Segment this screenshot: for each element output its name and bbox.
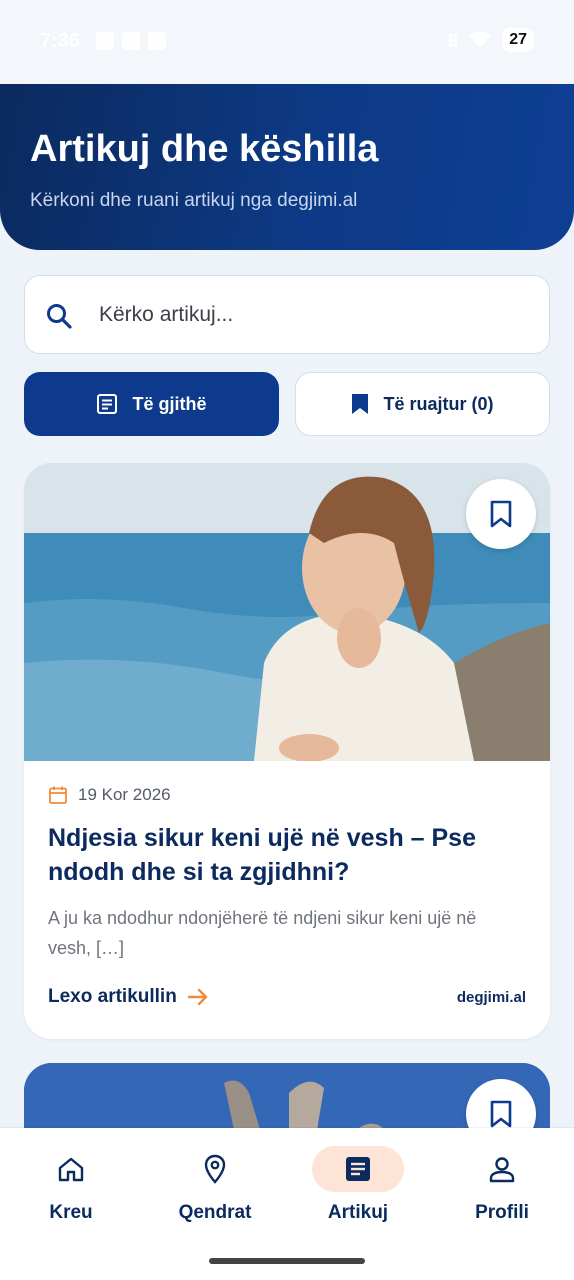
home-icon bbox=[58, 1157, 84, 1182]
bookmark-outline-icon bbox=[490, 1100, 512, 1128]
nav-icon-container bbox=[25, 1146, 117, 1192]
nav-item-home[interactable]: Kreu bbox=[11, 1146, 131, 1246]
nav-icon-container bbox=[456, 1146, 548, 1192]
arrow-right-icon bbox=[187, 988, 208, 1006]
tab-saved-label: Të ruajtur (0) bbox=[383, 393, 494, 414]
nav-item-profile[interactable]: Profili bbox=[442, 1146, 562, 1246]
notification-icons bbox=[96, 32, 166, 50]
article-date-row: 19 Kor 2026 bbox=[48, 785, 171, 805]
article-card[interactable]: 19 Kor 2026 Ndjesia sikur keni ujë në ve… bbox=[24, 463, 550, 1039]
meta-icon bbox=[122, 32, 140, 50]
nav-label-centers: Qendrat bbox=[178, 1202, 252, 1223]
location-pin-icon bbox=[204, 1154, 226, 1184]
read-article-link[interactable]: Lexo artikullin bbox=[48, 986, 209, 1008]
search-icon bbox=[47, 304, 72, 329]
tab-all-articles[interactable]: Të gjithë bbox=[24, 372, 279, 436]
article-title[interactable]: Ndjesia sikur keni ujë në vesh – Pse ndo… bbox=[48, 821, 518, 889]
article-date: 19 Kor 2026 bbox=[78, 785, 171, 804]
page-subtitle: Kërkoni dhe ruani artikuj nga degjimi.al bbox=[30, 190, 358, 211]
calendar-icon bbox=[49, 786, 67, 804]
home-indicator[interactable] bbox=[209, 1258, 365, 1264]
article-excerpt: A ju ka ndodhur ndonjëherë të ndjeni sik… bbox=[48, 908, 477, 958]
nav-icon-container-active bbox=[312, 1146, 404, 1192]
status-time: 7:36 bbox=[40, 30, 81, 52]
article-icon bbox=[97, 394, 118, 414]
wifi-icon bbox=[469, 32, 492, 47]
signal-dots-icon bbox=[448, 33, 459, 47]
read-article-label: Lexo artikullin bbox=[48, 986, 177, 1007]
nav-label-articles: Artikuj bbox=[327, 1202, 389, 1223]
bookmark-button[interactable] bbox=[466, 479, 536, 549]
nav-icon-container bbox=[169, 1146, 261, 1192]
tiktok-icon bbox=[96, 32, 114, 50]
nav-label-profile: Profili bbox=[475, 1202, 529, 1223]
article-source: degjimi.al bbox=[456, 989, 526, 1006]
articles-screen: 7:36 27 Artikuj dhe këshilla Kërkoni dhe… bbox=[0, 0, 574, 1280]
search-input[interactable] bbox=[99, 294, 519, 336]
article-image bbox=[24, 463, 550, 761]
nav-label-home: Kreu bbox=[49, 1202, 93, 1223]
battery-level: 27 bbox=[502, 28, 534, 52]
system-icons: 27 bbox=[448, 28, 534, 52]
status-bar: 7:36 27 bbox=[0, 0, 574, 84]
article-icon bbox=[346, 1157, 370, 1181]
tab-saved-articles[interactable]: Të ruajtur (0) bbox=[295, 372, 550, 436]
nav-item-centers[interactable]: Qendrat bbox=[155, 1146, 275, 1246]
bookmark-outline-icon bbox=[490, 500, 512, 528]
page-title: Artikuj dhe këshilla bbox=[30, 128, 379, 170]
header-banner: Artikuj dhe këshilla Kërkoni dhe ruani a… bbox=[0, 84, 574, 250]
search-bar[interactable] bbox=[24, 275, 550, 354]
person-icon bbox=[489, 1157, 515, 1183]
bookmark-icon bbox=[352, 394, 369, 414]
tab-all-label: Të gjithë bbox=[132, 393, 207, 414]
linkedin-icon bbox=[148, 32, 166, 50]
nav-item-articles[interactable]: Artikuj bbox=[298, 1146, 418, 1246]
